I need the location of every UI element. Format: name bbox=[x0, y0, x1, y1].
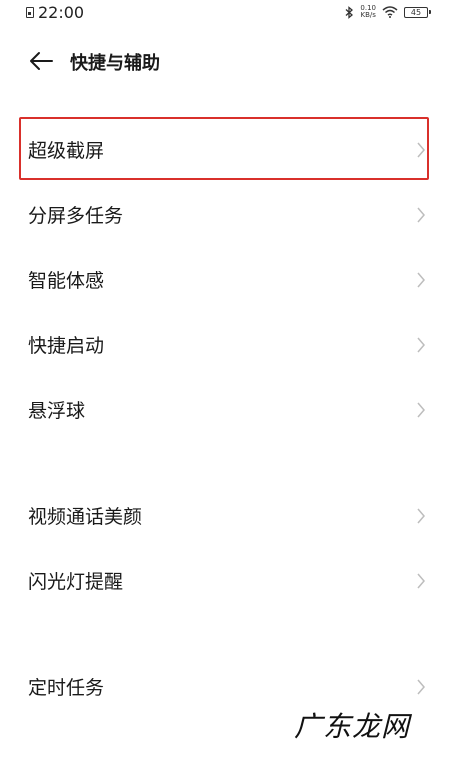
status-time: 22:00 bbox=[38, 2, 85, 22]
chevron-right-icon bbox=[417, 272, 425, 287]
status-left: 22:00 bbox=[26, 3, 84, 22]
header: 快捷与辅助 bbox=[0, 40, 450, 80]
watermark: 广东龙网 bbox=[293, 710, 410, 743]
settings-item-split-screen[interactable]: 分屏多任务 bbox=[0, 182, 450, 247]
chevron-right-icon bbox=[417, 142, 425, 157]
chevron-right-icon bbox=[417, 679, 425, 694]
settings-item-video-call-beauty[interactable]: 视频通话美颜 bbox=[0, 483, 450, 548]
network-speed-unit: KB/s bbox=[360, 11, 376, 19]
settings-item-label: 定时任务 bbox=[28, 677, 105, 699]
settings-item-label: 快捷启动 bbox=[28, 335, 105, 357]
settings-group-1: 超级截屏 分屏多任务 智能体感 快捷启动 悬浮球 bbox=[0, 117, 450, 442]
settings-item-label: 分屏多任务 bbox=[28, 205, 124, 227]
settings-group-2: 视频通话美颜 闪光灯提醒 bbox=[0, 483, 450, 613]
settings-item-label: 视频通话美颜 bbox=[28, 506, 143, 528]
status-right: 0.10 KB/s 45 bbox=[345, 5, 431, 19]
chevron-right-icon bbox=[417, 402, 425, 417]
battery-level: 45 bbox=[410, 7, 422, 17]
wifi-icon bbox=[382, 6, 398, 18]
settings-item-label: 超级截屏 bbox=[28, 140, 105, 162]
settings-item-label: 智能体感 bbox=[28, 270, 105, 292]
settings-item-smart-motion[interactable]: 智能体感 bbox=[0, 247, 450, 312]
chevron-right-icon bbox=[417, 508, 425, 523]
status-bar: 22:00 0.10 KB/s 45 bbox=[0, 0, 450, 24]
settings-item-label: 悬浮球 bbox=[28, 400, 86, 422]
chevron-right-icon bbox=[417, 573, 425, 588]
bluetooth-icon bbox=[345, 5, 354, 19]
network-speed: 0.10 KB/s bbox=[360, 5, 376, 19]
settings-item-quick-launch[interactable]: 快捷启动 bbox=[0, 312, 450, 377]
settings-item-label: 闪光灯提醒 bbox=[28, 571, 124, 593]
settings-item-flash-alert[interactable]: 闪光灯提醒 bbox=[0, 548, 450, 613]
settings-item-super-screenshot[interactable]: 超级截屏 bbox=[0, 117, 450, 182]
sim-card-icon bbox=[26, 6, 34, 18]
chevron-right-icon bbox=[417, 207, 425, 222]
chevron-right-icon bbox=[417, 337, 425, 352]
settings-item-floating-ball[interactable]: 悬浮球 bbox=[0, 377, 450, 442]
page-title: 快捷与辅助 bbox=[70, 53, 160, 74]
back-arrow-icon[interactable] bbox=[28, 50, 54, 72]
battery-icon: 45 bbox=[404, 6, 431, 18]
